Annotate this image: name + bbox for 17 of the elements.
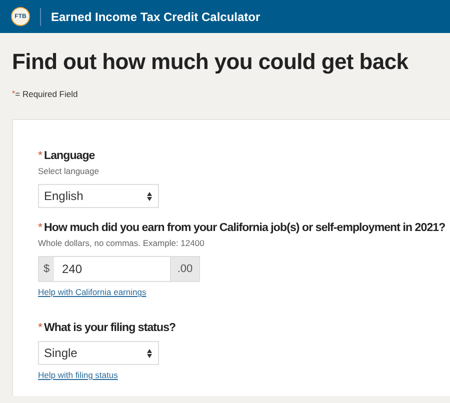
dropdown-caret-icon: [147, 192, 152, 200]
field-hint: Whole dollars, no commas. Example: 12400: [38, 238, 206, 248]
help-link[interactable]: Help with California earnings: [38, 287, 146, 297]
app-title: Earned Income Tax Credit Calculator: [51, 10, 260, 24]
page-heading: Find out how much you could get back: [11, 48, 410, 75]
field-label: * Language: [38, 150, 96, 162]
field-label: * What is your filing status?: [38, 322, 177, 334]
cents-suffix: .00: [170, 257, 199, 281]
field-label: * How much did you earn from your California job(s) or self-employment in 2021?: [38, 222, 446, 234]
field-hint: Select language: [38, 166, 100, 176]
dropdown-caret-icon: [147, 348, 152, 358]
amount-field[interactable]: $ 240 .00: [38, 256, 200, 282]
help-link[interactable]: Help with filing status: [38, 370, 118, 380]
required-field-note: *= Required Field: [11, 88, 79, 99]
currency-prefix: $: [39, 257, 54, 281]
select-field[interactable]: Single: [38, 341, 159, 365]
select-field[interactable]: English: [38, 184, 159, 208]
